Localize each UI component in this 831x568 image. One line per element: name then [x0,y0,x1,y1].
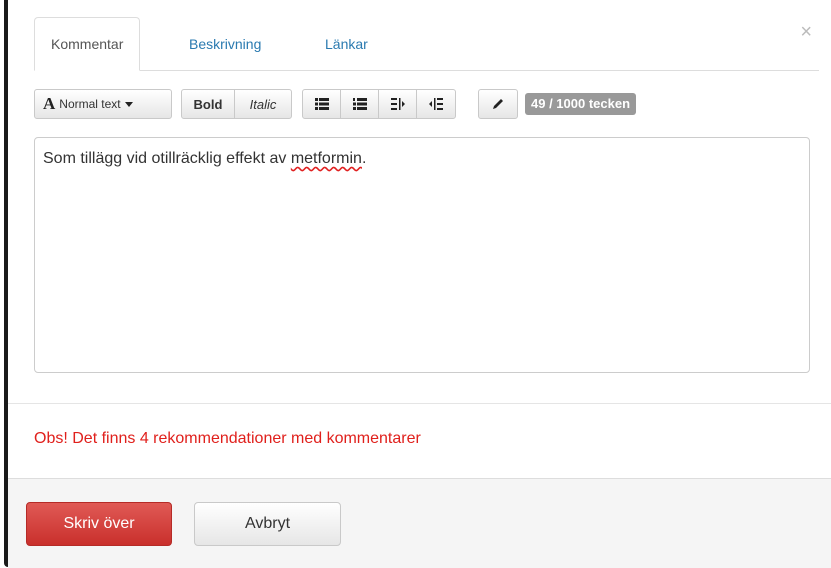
font-icon: A [43,94,56,113]
outdent-icon [390,98,405,110]
outdent-button[interactable] [378,89,417,119]
pencil-icon [493,99,503,109]
ordered-list-icon [352,98,367,110]
comment-dialog: × Kommentar Beskrivning Länkar A Normal … [8,0,831,568]
tab-kommentar[interactable]: Kommentar [34,17,141,71]
chevron-down-icon [124,102,133,107]
cancel-button[interactable]: Avbryt [194,502,341,546]
tab-lankar[interactable]: Länkar [309,18,384,69]
editor-text: Som tillägg vid otillräcklig effekt av [43,150,291,167]
editor-toolbar: A Normal text Bold Italic 49 / 1000 teck… [34,87,794,123]
bold-button[interactable]: Bold [181,89,235,119]
format-label: Normal text [59,97,121,111]
text-format-dropdown[interactable]: A Normal text [34,89,172,119]
tab-beskrivning[interactable]: Beskrivning [173,18,277,69]
comment-textarea[interactable]: Som tillägg vid otillräcklig effekt av m… [34,137,810,373]
indent-icon [429,98,443,110]
italic-button[interactable]: Italic [234,89,292,119]
misspelled-word: metformin [290,150,362,167]
editor-text-end: . [361,150,367,167]
unordered-list-button[interactable] [302,89,341,119]
overwrite-button[interactable]: Skriv över [26,502,172,546]
tab-bar: Kommentar Beskrivning Länkar [34,17,819,71]
dialog-footer: Skriv över Avbryt [8,478,831,568]
character-counter-badge: 49 / 1000 tecken [525,93,637,115]
window-left-edge [0,0,8,567]
edit-html-button[interactable] [478,89,518,119]
warning-message: Obs! Det finns 4 rekommendationer med ko… [34,430,421,447]
unordered-list-icon [314,98,329,110]
ordered-list-button[interactable] [340,89,379,119]
divider [8,403,831,404]
indent-button[interactable] [416,89,456,119]
